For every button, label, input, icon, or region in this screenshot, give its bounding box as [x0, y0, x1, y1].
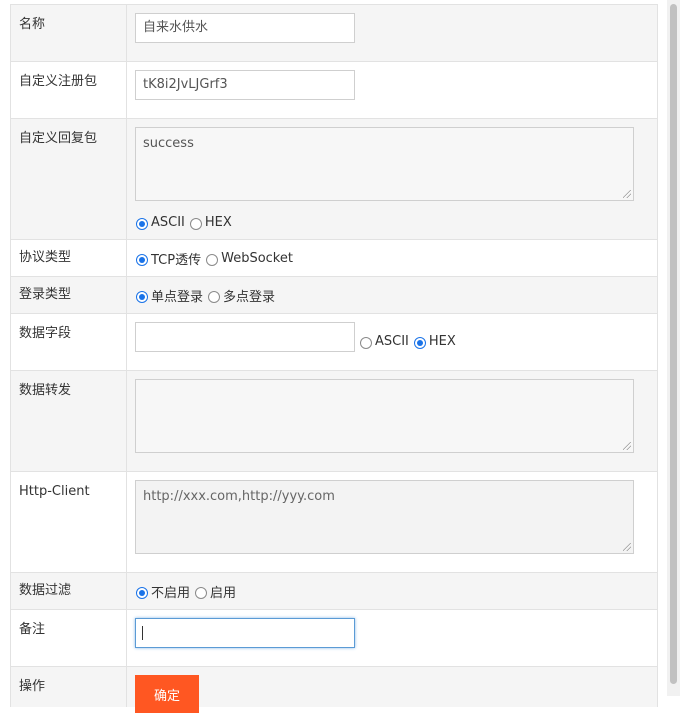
- data-forward-textarea[interactable]: [135, 379, 634, 453]
- http-client-placeholder: http://xxx.com,http://yyy.com: [143, 489, 335, 504]
- resize-grip-icon[interactable]: [623, 543, 631, 551]
- row-data-forward: 数据转发: [11, 371, 657, 472]
- http-client-label: Http-Client: [11, 472, 127, 572]
- reply-encoding-group: ASCII HEX: [135, 211, 657, 233]
- reply-packet-label: 自定义回复包: [11, 119, 127, 239]
- row-name: 名称 自来水供水: [11, 4, 657, 62]
- row-reply-packet: 自定义回复包 success ASCII HEX: [11, 119, 657, 240]
- protocol-tcp-label: TCP透传: [151, 252, 202, 268]
- data-field-ascii-radio[interactable]: [360, 337, 372, 349]
- name-label: 名称: [11, 5, 127, 61]
- row-http-client: Http-Client http://xxx.com,http://yyy.co…: [11, 472, 657, 573]
- filter-disabled-radio[interactable]: [136, 587, 148, 599]
- text-caret: [142, 625, 143, 640]
- login-type-label: 登录类型: [11, 277, 127, 313]
- row-action: 操作 确定: [11, 667, 657, 713]
- scrollbar-thumb[interactable]: [670, 4, 677, 684]
- reply-hex-label: HEX: [204, 214, 232, 230]
- data-field-label: 数据字段: [11, 314, 127, 370]
- row-data-field: 数据字段 ASCII HEX: [11, 314, 657, 371]
- row-login-type: 登录类型 单点登录 多点登录: [11, 277, 657, 314]
- resize-grip-icon[interactable]: [623, 190, 631, 198]
- row-protocol: 协议类型 TCP透传 WebSocket: [11, 240, 657, 277]
- data-field-ascii-label: ASCII: [375, 333, 409, 349]
- http-client-textarea[interactable]: http://xxx.com,http://yyy.com: [135, 480, 634, 554]
- action-label: 操作: [11, 667, 127, 707]
- protocol-websocket-label: WebSocket: [221, 250, 293, 266]
- login-multi-radio[interactable]: [208, 291, 221, 303]
- settings-form: 名称 自来水供水 自定义注册包 tK8i2JvLJGrf3 自定义回复包 suc…: [10, 4, 658, 713]
- data-field-input[interactable]: [135, 322, 355, 352]
- filter-enabled-label: 启用: [210, 585, 237, 601]
- register-packet-input[interactable]: tK8i2JvLJGrf3: [135, 70, 355, 100]
- row-remark: 备注: [11, 610, 657, 667]
- filter-enabled-radio[interactable]: [195, 587, 208, 599]
- remark-label: 备注: [11, 610, 127, 666]
- reply-ascii-label: ASCII: [151, 214, 185, 230]
- reply-hex-radio[interactable]: [189, 218, 202, 230]
- protocol-tcp-radio[interactable]: [136, 254, 148, 266]
- data-field-encoding-group: ASCII HEX: [359, 330, 460, 352]
- login-single-label: 单点登录: [151, 289, 204, 305]
- data-forward-label: 数据转发: [11, 371, 127, 471]
- protocol-group: TCP透传 WebSocket: [135, 247, 657, 269]
- data-filter-group: 不启用 启用: [135, 580, 657, 602]
- reply-ascii-radio[interactable]: [136, 218, 148, 230]
- protocol-websocket-radio[interactable]: [206, 254, 219, 266]
- row-data-filter: 数据过滤 不启用 启用: [11, 573, 657, 610]
- register-packet-label: 自定义注册包: [11, 62, 127, 118]
- name-input[interactable]: 自来水供水: [135, 13, 355, 43]
- data-field-hex-label: HEX: [428, 333, 456, 349]
- reply-packet-textarea[interactable]: success: [135, 127, 634, 201]
- login-multi-label: 多点登录: [223, 289, 276, 305]
- protocol-label: 协议类型: [11, 240, 127, 276]
- row-register-packet: 自定义注册包 tK8i2JvLJGrf3: [11, 62, 657, 119]
- submit-button[interactable]: 确定: [135, 675, 199, 713]
- resize-grip-icon[interactable]: [623, 442, 631, 450]
- login-type-group: 单点登录 多点登录: [135, 284, 657, 306]
- remark-input[interactable]: [135, 618, 355, 648]
- scrollbar[interactable]: [667, 0, 680, 696]
- data-field-hex-radio[interactable]: [413, 337, 426, 349]
- login-single-radio[interactable]: [136, 291, 148, 303]
- data-filter-label: 数据过滤: [11, 573, 127, 609]
- filter-disabled-label: 不启用: [151, 585, 191, 601]
- reply-packet-text: success: [143, 136, 194, 151]
